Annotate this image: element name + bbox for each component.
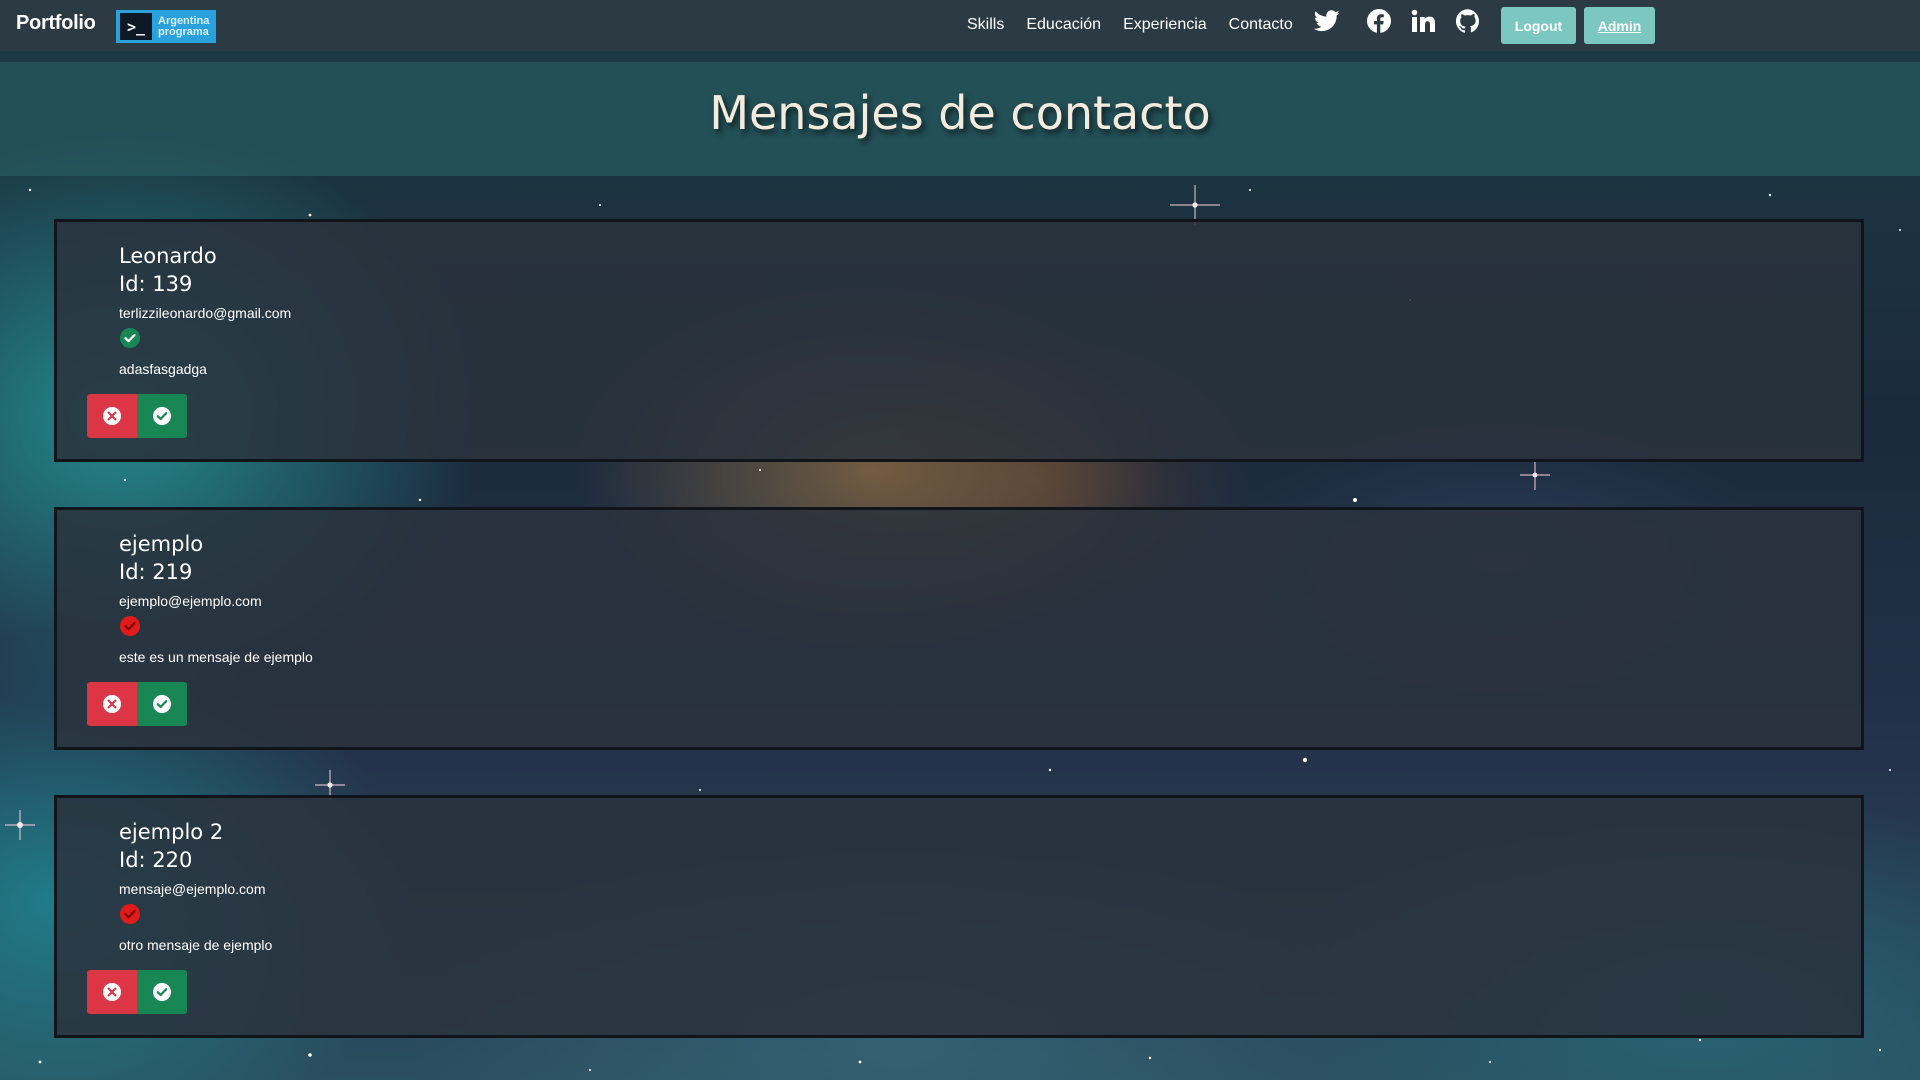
- close-circle-icon: [103, 695, 121, 713]
- message-id: Id: 220: [119, 848, 193, 872]
- message-card: Leonardo Id: 139 terlizzileonardo@gmail.…: [54, 219, 1864, 462]
- message-id: Id: 139: [119, 272, 193, 296]
- message-email: ejemplo@ejemplo.com: [119, 593, 262, 609]
- message-id: Id: 219: [119, 560, 193, 584]
- logo-line-2: programa: [158, 25, 209, 38]
- logo-line-1: Argentina: [158, 14, 210, 27]
- twitter-icon[interactable]: [1314, 8, 1340, 34]
- nav-link-contacto[interactable]: Contacto: [1229, 16, 1293, 34]
- mark-read-button[interactable]: [137, 682, 187, 726]
- close-circle-icon: [103, 983, 121, 1001]
- argentina-programa-logo[interactable]: >_ Argentina programa: [116, 10, 216, 43]
- message-sender-name: ejemplo: [119, 532, 204, 556]
- nav-link-educacion[interactable]: Educación: [1026, 16, 1101, 34]
- admin-button[interactable]: Admin: [1584, 7, 1655, 44]
- close-circle-icon: [103, 407, 121, 425]
- logout-button[interactable]: Logout: [1501, 7, 1576, 44]
- check-circle-icon: [153, 983, 171, 1001]
- delete-message-button[interactable]: [87, 682, 137, 726]
- message-card: ejemplo Id: 219 ejemplo@ejemplo.com este…: [54, 507, 1864, 750]
- terminal-icon: >_: [120, 13, 152, 40]
- unread-check-icon: [120, 904, 140, 924]
- message-sender-name: ejemplo 2: [119, 820, 224, 844]
- mark-read-button[interactable]: [137, 970, 187, 1014]
- check-circle-icon: [153, 695, 171, 713]
- message-email: mensaje@ejemplo.com: [119, 881, 266, 897]
- nav-link-experiencia[interactable]: Experiencia: [1123, 16, 1207, 34]
- brand-title[interactable]: Portfolio: [16, 12, 96, 35]
- check-circle-icon: [153, 407, 171, 425]
- message-body: otro mensaje de ejemplo: [119, 937, 273, 953]
- message-sender-name: Leonardo: [119, 244, 217, 268]
- page-title: Mensajes de contacto: [709, 86, 1211, 140]
- page-header-banner: Mensajes de contacto: [0, 62, 1920, 176]
- facebook-icon[interactable]: [1366, 8, 1392, 34]
- nav-link-skills[interactable]: Skills: [967, 16, 1004, 34]
- unread-check-icon: [120, 616, 140, 636]
- nav-links: Skills Educación Experiencia Contacto: [967, 16, 1293, 34]
- delete-message-button[interactable]: [87, 970, 137, 1014]
- message-body: adasfasgadga: [119, 361, 207, 377]
- read-check-icon: [120, 328, 140, 348]
- delete-message-button[interactable]: [87, 394, 137, 438]
- linkedin-icon[interactable]: [1410, 8, 1436, 34]
- navbar: Portfolio >_ Argentina programa Skills E…: [0, 0, 1920, 51]
- logo-text: Argentina programa: [158, 14, 210, 38]
- message-email: terlizzileonardo@gmail.com: [119, 305, 292, 321]
- github-icon[interactable]: [1455, 8, 1481, 34]
- mark-read-button[interactable]: [137, 394, 187, 438]
- message-card: ejemplo 2 Id: 220 mensaje@ejemplo.com ot…: [54, 795, 1864, 1038]
- message-body: este es un mensaje de ejemplo: [119, 649, 313, 665]
